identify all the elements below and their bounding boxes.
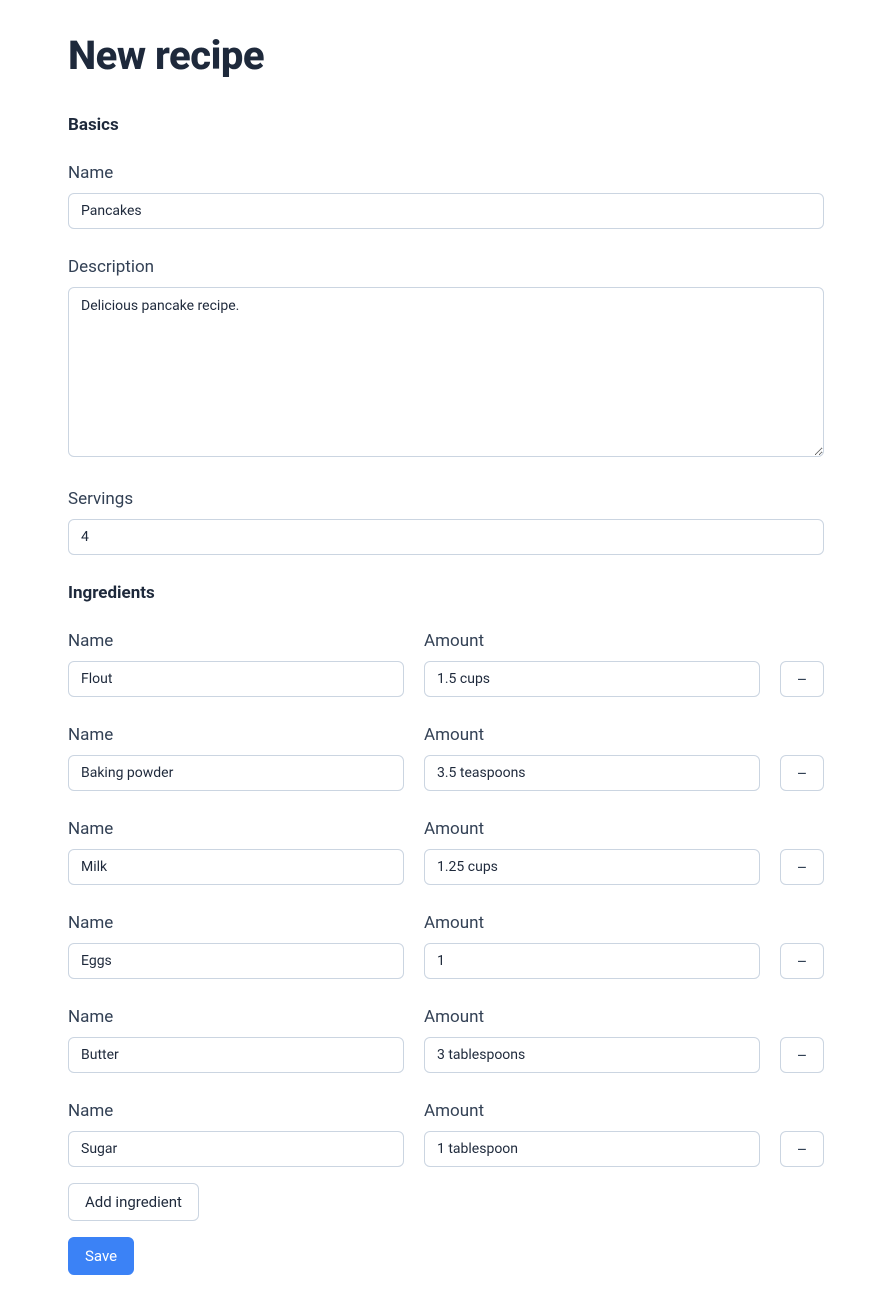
ingredient-name-input[interactable] (68, 1037, 404, 1073)
ingredient-name-input[interactable] (68, 1131, 404, 1167)
ingredient-row: Name Amount– (68, 1007, 824, 1073)
basics-heading: Basics (68, 115, 824, 135)
name-input[interactable] (68, 193, 824, 229)
ingredient-amount-label: Amount (424, 913, 760, 933)
ingredient-amount-input[interactable] (424, 849, 760, 885)
ingredient-amount-label: Amount (424, 725, 760, 745)
ingredient-name-label: Name (68, 1007, 404, 1027)
ingredient-name-label: Name (68, 1101, 404, 1121)
ingredient-amount-input[interactable] (424, 943, 760, 979)
ingredient-amount-label: Amount (424, 819, 760, 839)
ingredient-amount-input[interactable] (424, 661, 760, 697)
ingredient-amount-label: Amount (424, 1007, 760, 1027)
ingredient-amount-label: Amount (424, 1101, 760, 1121)
ingredient-amount-input[interactable] (424, 755, 760, 791)
ingredient-row: Name Amount– (68, 819, 824, 885)
save-button[interactable]: Save (68, 1237, 134, 1275)
description-input[interactable]: Delicious pancake recipe. (68, 287, 824, 457)
name-label: Name (68, 163, 824, 183)
remove-ingredient-button[interactable]: – (780, 1131, 824, 1167)
ingredient-row: Name Amount– (68, 913, 824, 979)
ingredient-name-label: Name (68, 725, 404, 745)
ingredient-row: Name Amount– (68, 631, 824, 697)
servings-label: Servings (68, 489, 824, 509)
ingredients-section: Ingredients NameAmount–NameAmount–NameAm… (68, 583, 824, 1221)
ingredient-amount-input[interactable] (424, 1131, 760, 1167)
ingredient-name-label: Name (68, 819, 404, 839)
ingredient-name-input[interactable] (68, 849, 404, 885)
add-ingredient-button[interactable]: Add ingredient (68, 1183, 199, 1221)
page-title: New recipe (68, 32, 824, 79)
remove-ingredient-button[interactable]: – (780, 943, 824, 979)
ingredient-amount-label: Amount (424, 631, 760, 651)
ingredient-name-input[interactable] (68, 755, 404, 791)
ingredient-name-input[interactable] (68, 661, 404, 697)
remove-ingredient-button[interactable]: – (780, 755, 824, 791)
ingredient-amount-input[interactable] (424, 1037, 760, 1073)
ingredients-heading: Ingredients (68, 583, 824, 603)
basics-section: Basics Name Description Delicious pancak… (68, 115, 824, 555)
remove-ingredient-button[interactable]: – (780, 1037, 824, 1073)
remove-ingredient-button[interactable]: – (780, 661, 824, 697)
ingredient-name-label: Name (68, 913, 404, 933)
description-label: Description (68, 257, 824, 277)
ingredient-name-input[interactable] (68, 943, 404, 979)
servings-input[interactable] (68, 519, 824, 555)
ingredient-name-label: Name (68, 631, 404, 651)
remove-ingredient-button[interactable]: – (780, 849, 824, 885)
ingredient-row: Name Amount– (68, 1101, 824, 1167)
ingredient-row: Name Amount– (68, 725, 824, 791)
